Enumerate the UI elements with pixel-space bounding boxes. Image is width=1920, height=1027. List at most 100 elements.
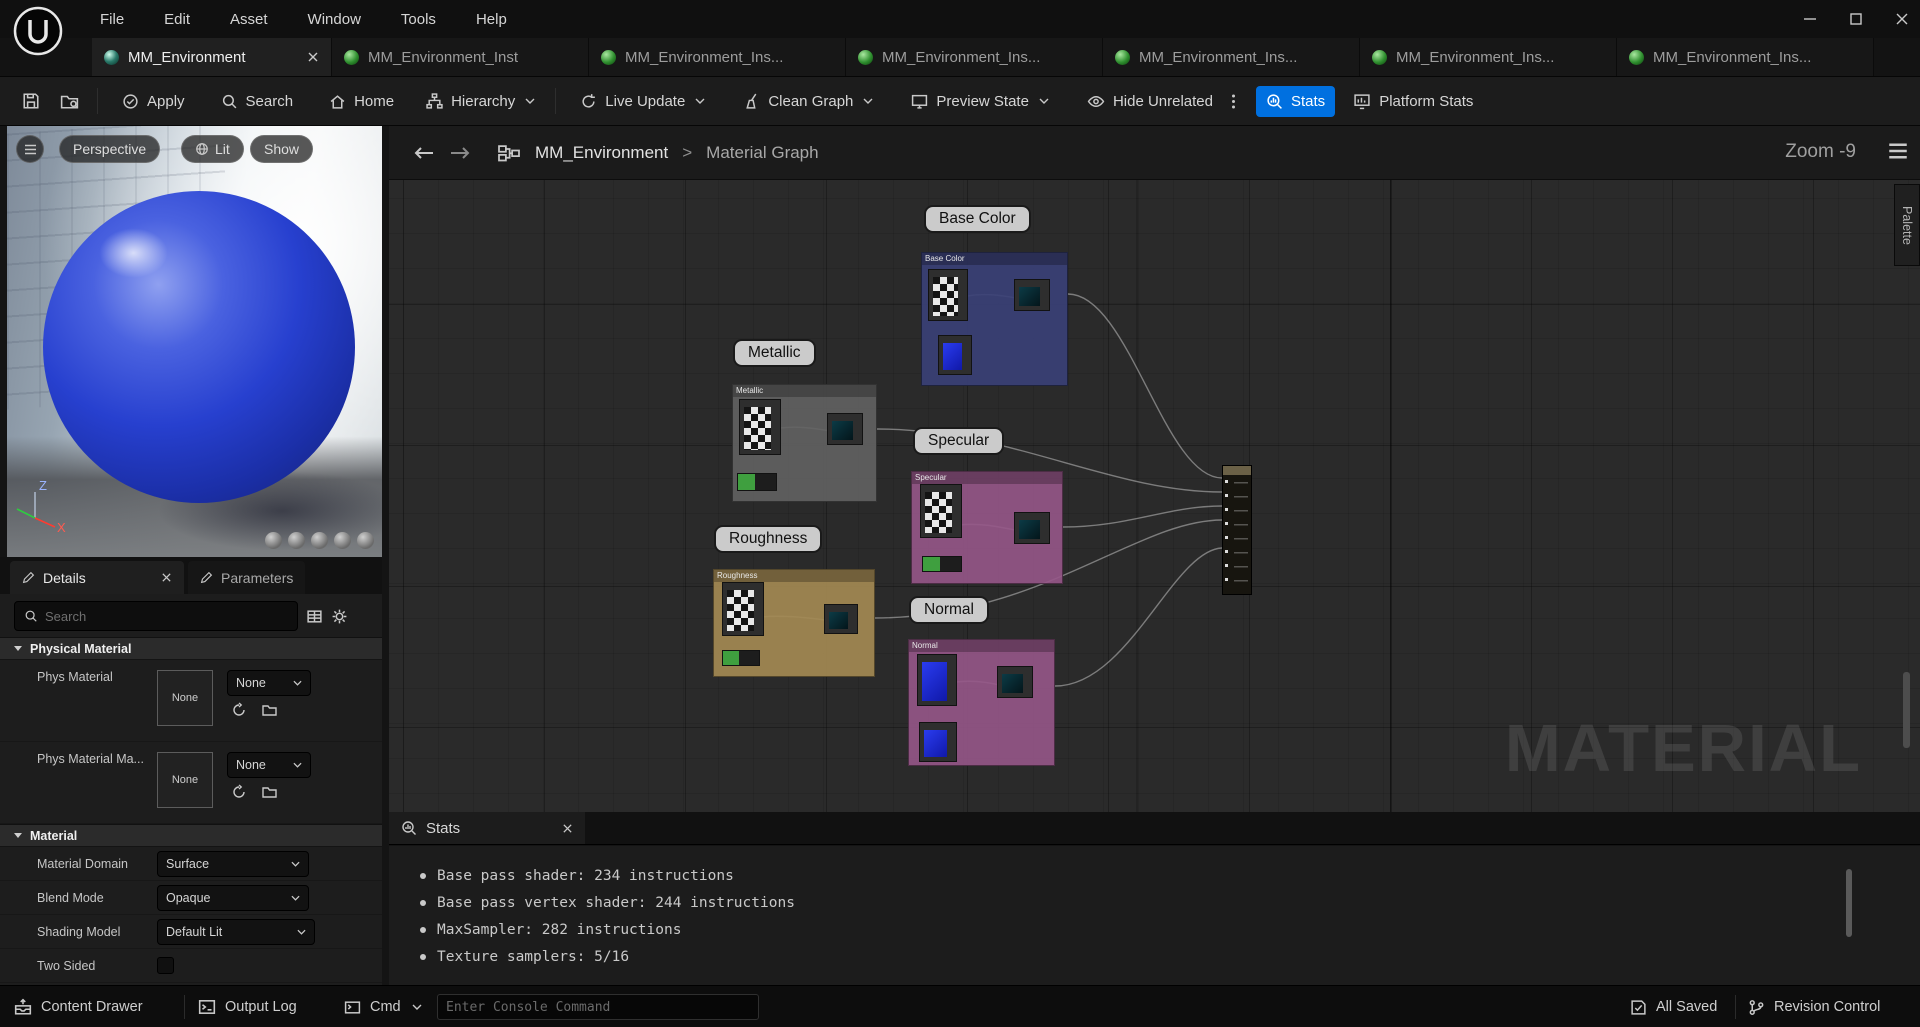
nav-forward-icon[interactable] xyxy=(449,145,471,161)
tab-mm-environment-inst-5[interactable]: MM_Environment_Ins... xyxy=(1360,38,1617,76)
preview-shape-plane[interactable] xyxy=(311,532,328,549)
search-button[interactable]: Search xyxy=(211,86,304,117)
texture-sample-node[interactable] xyxy=(917,654,957,706)
tab-parameters[interactable]: Parameters xyxy=(188,561,306,594)
menu-window[interactable]: Window xyxy=(308,11,361,28)
stats-scrollbar[interactable] xyxy=(1846,869,1852,937)
preview-shape-cube[interactable] xyxy=(334,532,351,549)
hide-unrelated-button[interactable]: Hide Unrelated xyxy=(1077,86,1223,117)
menu-asset[interactable]: Asset xyxy=(230,11,268,28)
comment-base-color[interactable]: Base Color xyxy=(924,205,1031,233)
details-search-input[interactable] xyxy=(45,608,288,624)
details-scrollbar[interactable] xyxy=(1903,672,1910,748)
close-button[interactable] xyxy=(1894,11,1910,27)
material-result-node[interactable] xyxy=(1222,465,1252,595)
comment-roughness[interactable]: Roughness xyxy=(714,525,823,553)
browse-asset-icon[interactable] xyxy=(261,784,278,800)
comment-normal[interactable]: Normal xyxy=(909,596,989,624)
menu-edit[interactable]: Edit xyxy=(164,11,190,28)
tab-mm-environment-inst-4[interactable]: MM_Environment_Ins... xyxy=(1103,38,1360,76)
node-group-roughness[interactable]: Roughness xyxy=(713,569,875,677)
texture-sample-node[interactable] xyxy=(739,399,781,455)
all-saved-indicator[interactable]: All Saved xyxy=(1630,986,1717,1027)
perspective-button[interactable]: Perspective xyxy=(59,135,161,163)
section-physical-material[interactable]: Physical Material xyxy=(0,637,382,660)
menu-file[interactable]: File xyxy=(100,11,124,28)
browse-asset-icon[interactable] xyxy=(261,702,278,718)
phys-material-mask-thumbnail[interactable]: None xyxy=(157,752,213,808)
save-button[interactable] xyxy=(12,85,50,117)
live-update-dropdown[interactable]: Live Update xyxy=(570,86,715,117)
tab-mm-environment-inst-3[interactable]: MM_Environment_Ins... xyxy=(846,38,1103,76)
maximize-button[interactable] xyxy=(1848,11,1864,27)
comment-specular[interactable]: Specular xyxy=(913,427,1005,455)
display-filter-icon[interactable] xyxy=(306,608,323,625)
texture-sample-node[interactable] xyxy=(722,582,764,636)
content-drawer-button[interactable]: Content Drawer xyxy=(14,986,143,1027)
show-menu-button[interactable]: Show xyxy=(250,135,314,163)
console-command-box[interactable] xyxy=(437,994,759,1020)
console-command-input[interactable] xyxy=(446,999,750,1015)
menu-help[interactable]: Help xyxy=(476,11,507,28)
texture-node[interactable] xyxy=(1014,279,1050,311)
texture-sample-node[interactable] xyxy=(919,722,957,762)
node-group-specular[interactable]: Specular xyxy=(911,471,1063,584)
revision-control-button[interactable]: Revision Control xyxy=(1748,986,1880,1027)
stats-toggle-button[interactable]: Stats xyxy=(1256,85,1336,117)
input-pins[interactable] xyxy=(1225,480,1228,588)
constant-node[interactable] xyxy=(722,650,760,666)
preview-viewport[interactable]: Perspective Lit Show Z X xyxy=(7,126,382,557)
use-selected-asset-icon[interactable] xyxy=(231,702,247,718)
home-button[interactable]: Home xyxy=(319,86,404,117)
apply-button[interactable]: Apply xyxy=(112,86,195,117)
constant-node[interactable] xyxy=(737,473,777,491)
shading-model-select[interactable]: Default Lit xyxy=(157,918,315,945)
blend-mode-select[interactable]: Opaque xyxy=(157,884,309,911)
breadcrumb-root[interactable]: MM_Environment xyxy=(535,143,668,163)
output-log-button[interactable]: Output Log xyxy=(198,986,297,1027)
settings-gear-icon[interactable] xyxy=(331,608,348,625)
texture-sample-node[interactable] xyxy=(920,484,962,538)
toolbar-overflow-kebab-icon[interactable] xyxy=(1225,86,1242,117)
node-group-normal[interactable]: Normal xyxy=(908,639,1055,766)
texture-sample-node[interactable] xyxy=(928,269,968,321)
section-material[interactable]: Material xyxy=(0,824,382,847)
preview-shape-cylinder[interactable] xyxy=(265,532,282,549)
texture-sample-node[interactable] xyxy=(938,335,972,375)
texture-node[interactable] xyxy=(824,604,858,634)
comment-metallic[interactable]: Metallic xyxy=(733,339,816,367)
clean-graph-dropdown[interactable]: Clean Graph xyxy=(733,86,883,117)
nav-back-icon[interactable] xyxy=(413,145,435,161)
preview-shape-sphere[interactable] xyxy=(288,532,305,549)
preview-state-dropdown[interactable]: Preview State xyxy=(901,86,1059,117)
stats-tab[interactable]: Stats xyxy=(389,812,585,844)
preview-shape-mesh[interactable] xyxy=(357,532,374,549)
tab-mm-environment-inst-1[interactable]: MM_Environment_Inst xyxy=(332,38,589,76)
node-group-metallic[interactable]: Metallic xyxy=(732,384,877,502)
tab-mm-environment-inst-6[interactable]: MM_Environment_Ins... xyxy=(1617,38,1874,76)
phys-material-select[interactable]: None xyxy=(227,670,311,696)
use-selected-asset-icon[interactable] xyxy=(231,784,247,800)
details-search-box[interactable] xyxy=(14,601,298,631)
viewport-options-icon[interactable] xyxy=(16,135,44,163)
unreal-logo-icon[interactable] xyxy=(12,5,64,57)
platform-stats-button[interactable]: Platform Stats xyxy=(1343,86,1483,117)
menu-tools[interactable]: Tools xyxy=(401,11,436,28)
stats-close-icon[interactable] xyxy=(562,823,573,834)
material-graph[interactable]: MATERIAL Base Color Base Color Metallic xyxy=(389,126,1920,812)
texture-node[interactable] xyxy=(1014,512,1050,544)
tab-details[interactable]: Details xyxy=(10,561,184,594)
graph-root-icon[interactable] xyxy=(497,143,521,163)
constant-node[interactable] xyxy=(922,556,962,572)
palette-side-tab[interactable]: Palette xyxy=(1894,184,1920,266)
browse-to-asset-button[interactable] xyxy=(50,85,89,117)
two-sided-checkbox[interactable] xyxy=(157,957,174,974)
node-group-base-color[interactable]: Base Color xyxy=(921,252,1068,386)
minimize-button[interactable] xyxy=(1802,11,1818,27)
texture-node[interactable] xyxy=(997,666,1033,698)
phys-material-mask-select[interactable]: None xyxy=(227,752,311,778)
texture-node[interactable] xyxy=(827,413,863,445)
tab-mm-environment-inst-2[interactable]: MM_Environment_Ins... xyxy=(589,38,846,76)
tab-mm-environment[interactable]: MM_Environment xyxy=(92,38,332,76)
phys-material-thumbnail[interactable]: None xyxy=(157,670,213,726)
